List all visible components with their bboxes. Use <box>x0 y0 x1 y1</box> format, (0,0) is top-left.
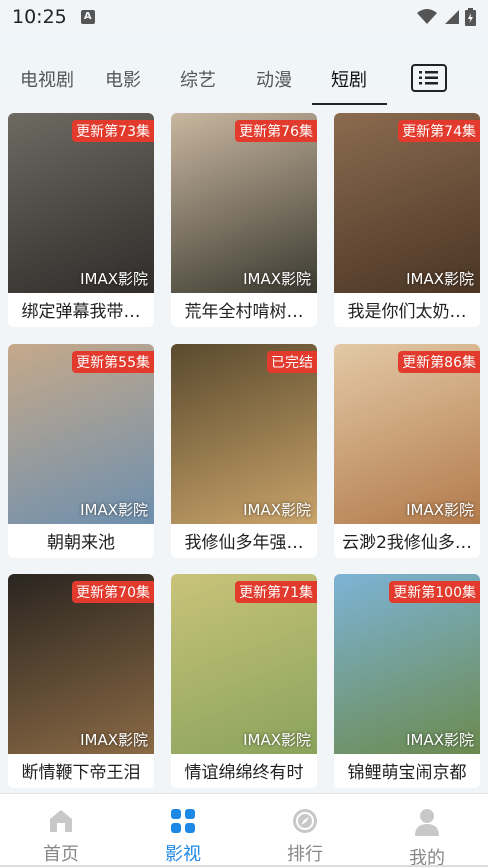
drama-title: 朝朝来池 <box>47 533 115 553</box>
battery-icon <box>465 8 476 26</box>
drama-card[interactable]: 更新第55集 IMAX影院 朝朝来池 <box>8 344 154 558</box>
status-icons <box>417 8 476 26</box>
drama-title: 云渺2我修仙多… <box>342 533 472 553</box>
drama-title: 绑定弹幕我带… <box>21 302 141 322</box>
source-label: IMAX影院 <box>406 501 474 519</box>
home-icon <box>50 810 72 832</box>
tab-variety[interactable]: 综艺 <box>180 66 216 92</box>
update-badge: 更新第86集 <box>398 351 480 373</box>
source-label: IMAX影院 <box>80 501 148 519</box>
tab-short-drama[interactable]: 短剧 <box>331 66 367 92</box>
notification-icon: A <box>80 10 95 24</box>
user-icon <box>415 809 439 836</box>
poster-image: 更新第76集 IMAX影院 <box>171 113 317 293</box>
drama-card[interactable]: 更新第73集 IMAX影院 绑定弹幕我带… <box>8 113 154 327</box>
wifi-icon <box>417 9 437 24</box>
update-badge: 已完结 <box>267 351 317 373</box>
drama-title: 我是你们太奶… <box>347 302 467 322</box>
tab-movies[interactable]: 电影 <box>105 66 141 92</box>
drama-title: 我修仙多年强… <box>184 533 304 553</box>
poster-image: 更新第86集 IMAX影院 <box>334 344 480 524</box>
list-view-button[interactable] <box>411 64 447 92</box>
drama-title: 断情鞭下帝王泪 <box>21 763 141 783</box>
tab-tv-series[interactable]: 电视剧 <box>20 66 74 92</box>
poster-image: 更新第73集 IMAX影院 <box>8 113 154 293</box>
source-label: IMAX影院 <box>80 270 148 288</box>
bottom-nav: 首页 影视 排行 我的 <box>0 793 488 867</box>
nav-profile[interactable]: 我的 <box>366 794 488 867</box>
drama-card[interactable]: 更新第100集 IMAX影院 锦鲤萌宝闹京都 <box>334 574 480 788</box>
signal-icon <box>445 10 459 24</box>
update-badge: 更新第71集 <box>235 581 317 603</box>
drama-card[interactable]: 更新第76集 IMAX影院 荒年全村啃树… <box>171 113 317 327</box>
drama-title: 情谊绵绵终有时 <box>184 763 304 783</box>
source-label: IMAX影院 <box>243 501 311 519</box>
update-badge: 更新第55集 <box>72 351 154 373</box>
nav-ranking-label: 排行 <box>287 844 323 865</box>
nav-home-label: 首页 <box>43 844 79 865</box>
update-badge: 更新第100集 <box>389 581 480 603</box>
compass-icon <box>293 809 317 833</box>
source-label: IMAX影院 <box>243 731 311 749</box>
nav-home[interactable]: 首页 <box>0 794 122 867</box>
status-bar: 10:25 A <box>0 0 488 34</box>
source-label: IMAX影院 <box>243 270 311 288</box>
poster-image: 更新第70集 IMAX影院 <box>8 574 154 754</box>
poster-image: 更新第71集 IMAX影院 <box>171 574 317 754</box>
drama-card[interactable]: 已完结 IMAX影院 我修仙多年强… <box>171 344 317 558</box>
nav-videos-label: 影视 <box>165 844 201 865</box>
status-time: 10:25 <box>12 6 67 28</box>
list-icon <box>419 71 438 85</box>
grid-icon <box>171 809 195 833</box>
update-badge: 更新第74集 <box>398 120 480 142</box>
drama-title: 荒年全村啃树… <box>184 302 304 322</box>
tab-anime[interactable]: 动漫 <box>256 66 292 92</box>
source-label: IMAX影院 <box>406 731 474 749</box>
update-badge: 更新第73集 <box>72 120 154 142</box>
nav-ranking[interactable]: 排行 <box>244 794 366 867</box>
drama-card[interactable]: 更新第74集 IMAX影院 我是你们太奶… <box>334 113 480 327</box>
update-badge: 更新第76集 <box>235 120 317 142</box>
poster-image: 已完结 IMAX影院 <box>171 344 317 524</box>
poster-image: 更新第100集 IMAX影院 <box>334 574 480 754</box>
update-badge: 更新第70集 <box>72 581 154 603</box>
drama-card[interactable]: 更新第70集 IMAX影院 断情鞭下帝王泪 <box>8 574 154 788</box>
poster-image: 更新第74集 IMAX影院 <box>334 113 480 293</box>
poster-image: 更新第55集 IMAX影院 <box>8 344 154 524</box>
source-label: IMAX影院 <box>80 731 148 749</box>
drama-title: 锦鲤萌宝闹京都 <box>347 763 467 783</box>
source-label: IMAX影院 <box>406 270 474 288</box>
drama-card[interactable]: 更新第71集 IMAX影院 情谊绵绵终有时 <box>171 574 317 788</box>
active-tab-indicator <box>312 103 387 105</box>
nav-videos[interactable]: 影视 <box>122 794 244 867</box>
category-tabbar: 电视剧 电影 综艺 动漫 短剧 <box>0 34 488 108</box>
nav-profile-label: 我的 <box>409 848 445 867</box>
drama-card[interactable]: 更新第86集 IMAX影院 云渺2我修仙多… <box>334 344 480 558</box>
